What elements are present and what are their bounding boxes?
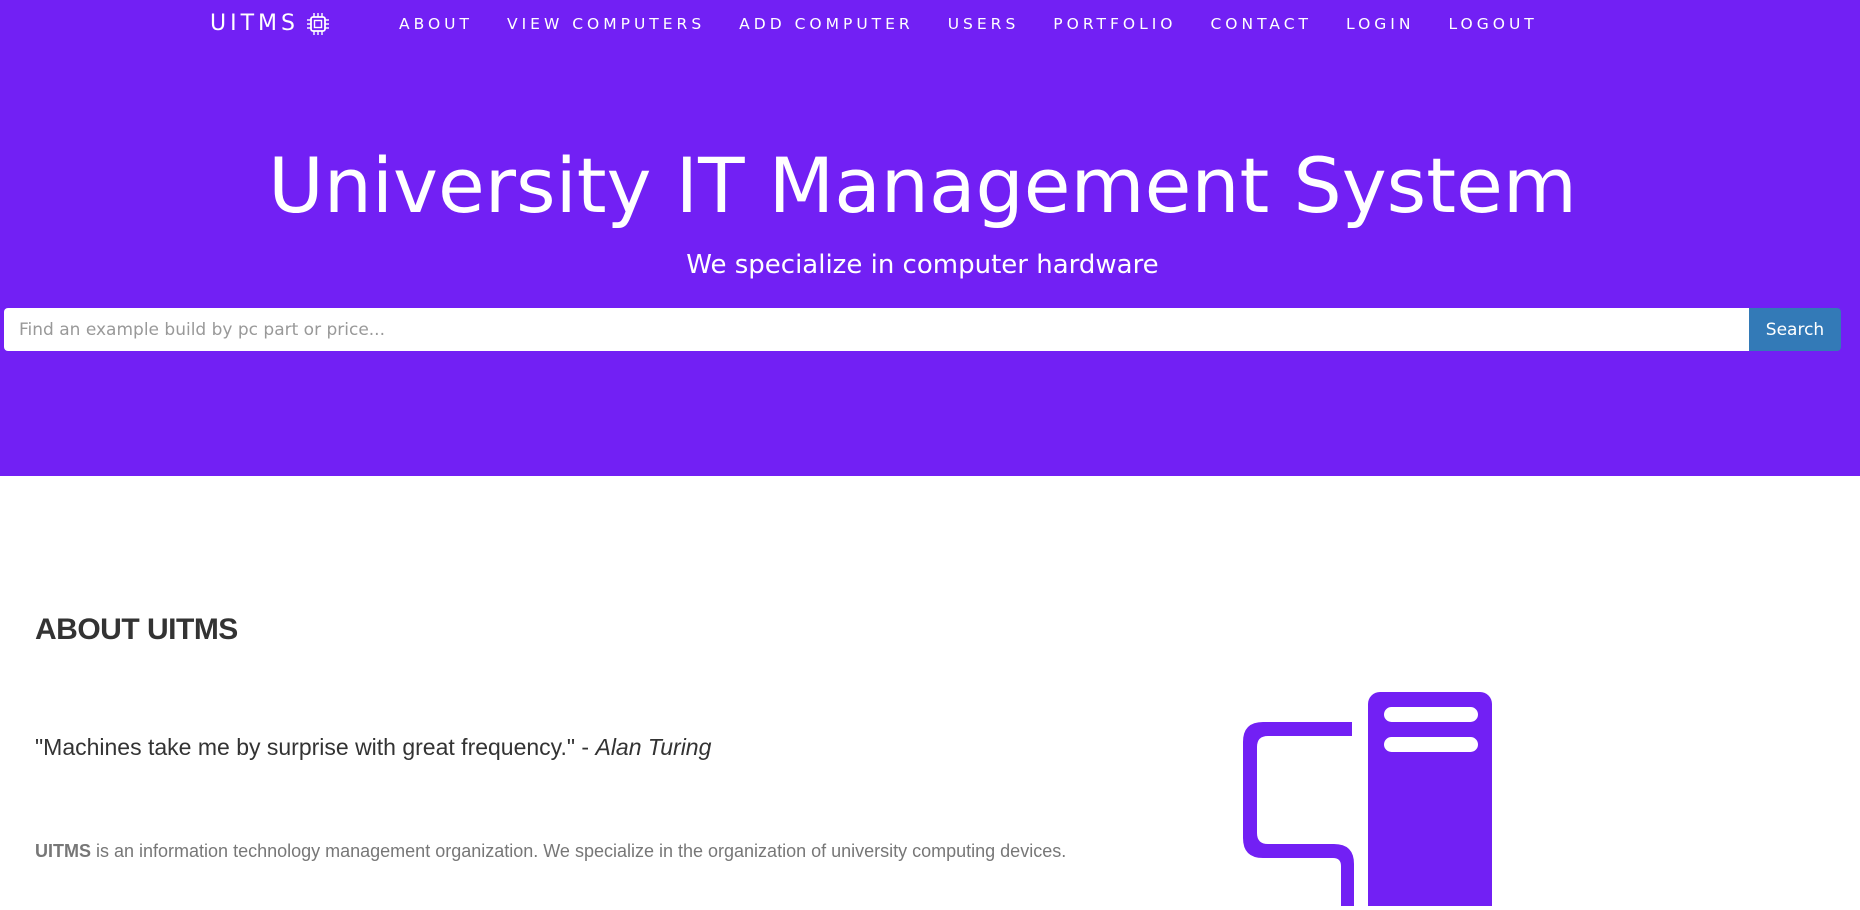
about-description-text: is an information technology management … [91,841,1067,861]
about-heading: ABOUT UITMS [35,613,238,646]
hero-title: University IT Management System [268,141,1577,230]
brand-link[interactable]: UITMS [210,10,331,38]
quote-text: "Machines take me by surprise with great… [35,734,576,760]
nav-links: ABOUT VIEW COMPUTERS ADD COMPUTER USERS … [399,14,1572,34]
quote-separator: - [575,734,596,760]
search-input[interactable] [4,308,1749,351]
quote-author: Alan Turing [595,734,712,760]
chip-icon [305,11,331,37]
quote: "Machines take me by surprise with great… [35,732,711,762]
nav-link-users[interactable]: USERS [948,14,1020,34]
nav-link-portfolio[interactable]: PORTFOLIO [1053,14,1176,34]
nav-link-login[interactable]: LOGIN [1346,14,1414,34]
brand-name: UITMS [210,11,299,36]
nav-link-logout[interactable]: LOGOUT [1448,14,1537,34]
nav-link-add-computer[interactable]: ADD COMPUTER [739,14,914,34]
navbar: UITMS ABOUT VIEW COMPUTERS ADD COMPUTER [0,0,1860,50]
about-description-brand: UITMS [35,841,91,861]
computer-tower-icon [1240,690,1500,910]
hero-subtitle: We specialize in computer hardware [686,250,1159,280]
search-bar: Search [4,308,1841,351]
hero-section: UITMS ABOUT VIEW COMPUTERS ADD COMPUTER [0,0,1860,476]
search-button[interactable]: Search [1749,308,1841,351]
nav-link-view-computers[interactable]: VIEW COMPUTERS [507,14,705,34]
nav-link-contact[interactable]: CONTACT [1210,14,1312,34]
nav-link-about[interactable]: ABOUT [399,14,473,34]
about-description: UITMS is an information technology manag… [35,839,1066,863]
